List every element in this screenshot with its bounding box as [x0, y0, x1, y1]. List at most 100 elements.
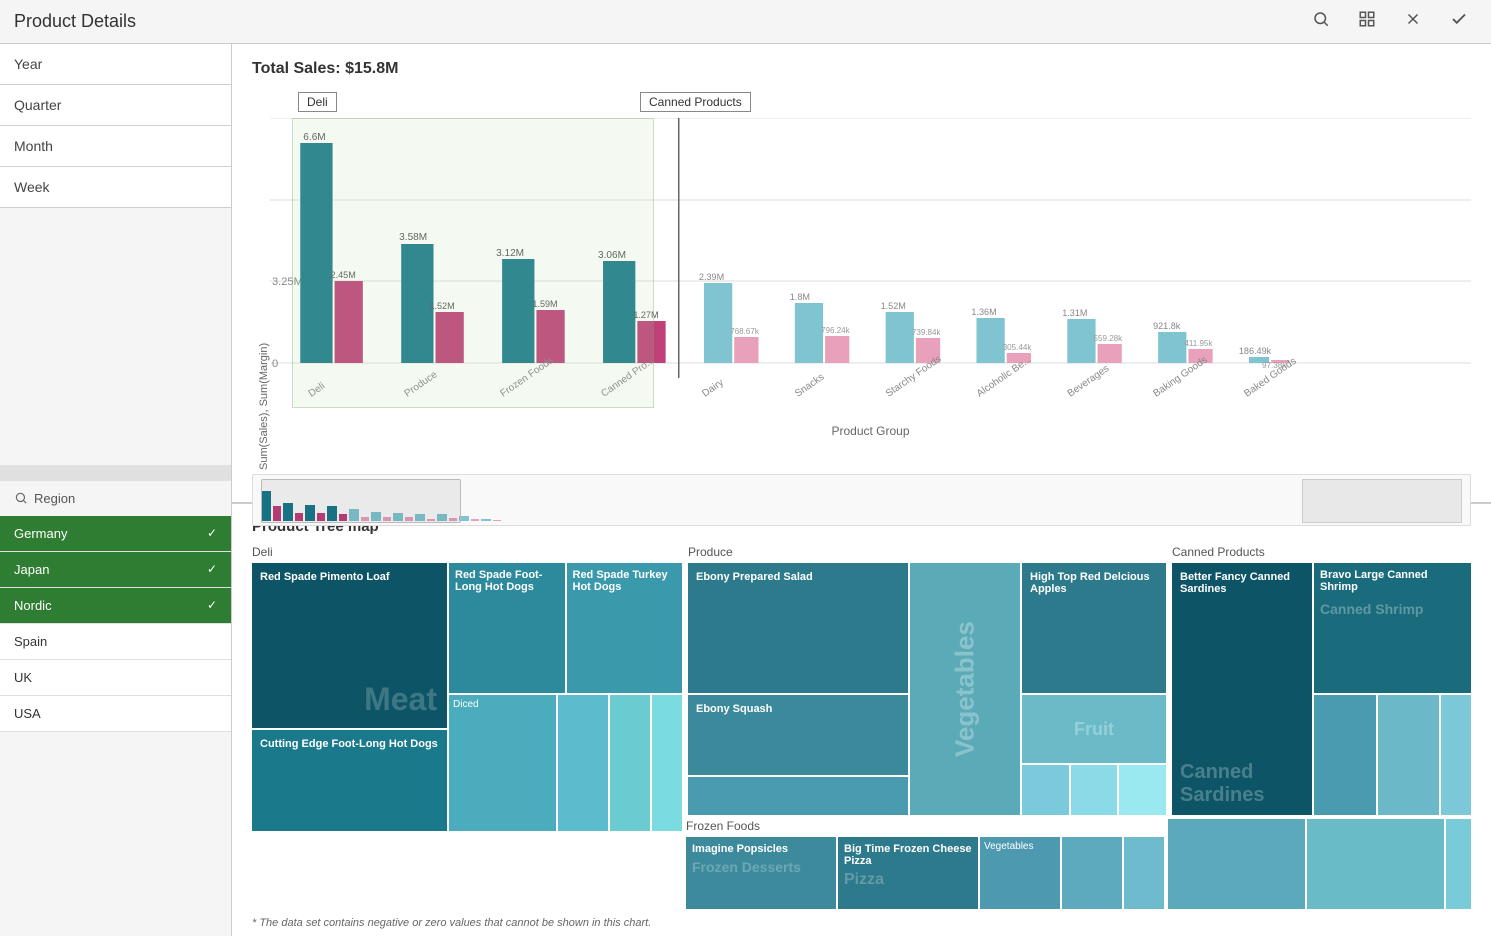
produce-right-col: High Top Red Delcious Apples Fruit	[1022, 563, 1166, 815]
canned-block-shrimp[interactable]: Bravo Large Canned Shrimp Canned Shrimp	[1314, 563, 1471, 693]
chart-title: Total Sales: $15.8M	[252, 60, 1471, 78]
canned-row2	[1168, 819, 1471, 909]
canned-small-2[interactable]	[1378, 695, 1440, 815]
region-item-spain[interactable]: Spain	[0, 624, 231, 660]
deli-highlight	[292, 118, 654, 408]
deli-block-pimento[interactable]: Red Spade Pimento Loaf Meat	[252, 563, 447, 728]
treemap-footer-note: * The data set contains negative or zero…	[252, 917, 1471, 929]
deli-block-diced[interactable]: Diced	[449, 695, 556, 831]
produce-small-3[interactable]	[1119, 765, 1166, 815]
treemap-deli-label: Deli	[252, 545, 682, 559]
chart-panel: Total Sales: $15.8M Sum(Sales), Sum(Marg…	[232, 44, 1491, 504]
frozen-small-1[interactable]	[1062, 837, 1122, 909]
canned-small-1[interactable]	[1314, 695, 1376, 815]
region-label: Region	[34, 491, 75, 506]
deli-block-small1[interactable]	[558, 695, 608, 831]
region-item-uk[interactable]: UK	[0, 660, 231, 696]
treemap-frozen-inner: Imagine Popsicles Frozen Desserts Big Ti…	[686, 837, 1164, 909]
scroll-highlight[interactable]	[261, 479, 461, 523]
chart-plot-area: Deli Canned Products 0 3.25M	[270, 90, 1471, 470]
treemap-produce-label: Produce	[688, 545, 1166, 559]
top-bar: Product Details	[0, 0, 1491, 44]
produce-block-veg-small[interactable]	[688, 777, 908, 815]
filter-quarter[interactable]: Quarter	[0, 85, 231, 126]
frozen-block-pizza[interactable]: Big Time Frozen Cheese Pizza Pizza	[838, 837, 978, 909]
frozen-block-veg[interactable]: Vegetables	[980, 837, 1060, 909]
svg-text:0: 0	[272, 358, 278, 370]
region-item-japan[interactable]: Japan ✓	[0, 552, 231, 588]
canned-row2-inner	[1168, 819, 1471, 909]
svg-text:Dairy: Dairy	[700, 377, 726, 399]
sidebar-divider	[0, 465, 231, 481]
treemap-frozen-label: Frozen Foods	[686, 819, 1164, 833]
treemap-deli: Deli Red Spade Pimento Loaf Meat Cutting…	[252, 545, 682, 815]
deli-annotation: Deli	[298, 92, 337, 112]
filter-month[interactable]: Month	[0, 126, 231, 167]
deli-block-cutting-edge[interactable]: Cutting Edge Foot-Long Hot Dogs	[252, 730, 447, 831]
region-item-usa[interactable]: USA	[0, 696, 231, 732]
filter-week[interactable]: Week	[0, 167, 231, 208]
treemap-panel: Product Tree map Deli Red Spade Pimento …	[232, 504, 1491, 936]
produce-right-bottom	[1022, 765, 1166, 815]
frozen-watermark-pizza: Pizza	[844, 871, 972, 889]
produce-small-1[interactable]	[1022, 765, 1069, 815]
produce-block-squash[interactable]: Ebony Squash	[688, 695, 908, 775]
region-list: Germany ✓ Japan ✓ Nordic ✓ Spain UK USA	[0, 516, 231, 936]
canned-watermark-shrimp: Canned Shrimp	[1320, 601, 1465, 617]
canned-r2-1[interactable]	[1168, 819, 1305, 909]
deli-watermark-meat: Meat	[364, 681, 437, 718]
confirm-button[interactable]	[1441, 5, 1477, 38]
canned-annotation: Canned Products	[640, 92, 751, 112]
region-section-header: Region	[0, 481, 231, 516]
close-button[interactable]	[1395, 5, 1431, 38]
treemap-canned-label: Canned Products	[1172, 545, 1471, 559]
treemap-produce-inner: Ebony Prepared Salad Ebony Squash Vegeta…	[688, 563, 1166, 815]
deli-block-small2[interactable]	[610, 695, 650, 831]
canned-r2-2[interactable]	[1307, 819, 1444, 909]
svg-text:Beverages: Beverages	[1066, 363, 1112, 399]
sidebar: Year Quarter Month Week Region Germany ✓…	[0, 44, 232, 936]
frozen-block-popsicles[interactable]: Imagine Popsicles Frozen Desserts	[686, 837, 836, 909]
search-button[interactable]	[1303, 5, 1339, 38]
svg-text:921.8k: 921.8k	[1153, 321, 1181, 331]
treemap-deli-inner: Red Spade Pimento Loaf Meat Cutting Edge…	[252, 563, 682, 831]
filter-section: Year Quarter Month Week	[0, 44, 231, 465]
chart-area: Sum(Sales), Sum(Margin) Deli Canned Prod…	[252, 90, 1471, 470]
check-japan: ✓	[207, 562, 217, 576]
deli-block-footlong[interactable]: Red Spade Foot-Long Hot Dogs	[449, 563, 565, 693]
canned-r2-3[interactable]	[1446, 819, 1471, 909]
svg-text:559.28k: 559.28k	[1094, 334, 1124, 343]
scroll-right-area	[1302, 479, 1462, 523]
svg-text:2.39M: 2.39M	[699, 272, 724, 282]
canned-block-sardines[interactable]: Better Fancy Canned Sardines Canned Sard…	[1172, 563, 1312, 815]
region-item-germany[interactable]: Germany ✓	[0, 516, 231, 552]
deli-block-turkey[interactable]: Red Spade Turkey Hot Dogs	[567, 563, 683, 693]
produce-block-fruit[interactable]: Fruit	[1022, 695, 1166, 763]
deli-left-col: Red Spade Pimento Loaf Meat Cutting Edge…	[252, 563, 447, 831]
region-item-nordic[interactable]: Nordic ✓	[0, 588, 231, 624]
svg-text:186.49k: 186.49k	[1239, 346, 1272, 356]
settings-button[interactable]	[1349, 5, 1385, 38]
svg-text:768.67k: 768.67k	[730, 327, 760, 336]
scroll-bar-area[interactable]	[252, 474, 1471, 526]
treemap-frozen: Frozen Foods Imagine Popsicles Frozen De…	[686, 819, 1164, 909]
filter-year[interactable]: Year	[0, 44, 231, 85]
frozen-small-2[interactable]	[1124, 837, 1164, 909]
main-layout: Year Quarter Month Week Region Germany ✓…	[0, 44, 1491, 936]
produce-small-2[interactable]	[1071, 765, 1118, 815]
produce-block-apples[interactable]: High Top Red Delcious Apples	[1022, 563, 1166, 693]
search-icon	[14, 491, 28, 505]
produce-block-vegetables[interactable]: Vegetables	[910, 563, 1020, 815]
deli-right-bottom: Diced	[449, 695, 682, 831]
y-axis-label: Sum(Sales), Sum(Margin)	[252, 90, 270, 470]
treemap-container: Deli Red Spade Pimento Loaf Meat Cutting…	[252, 545, 1471, 815]
svg-text:1.31M: 1.31M	[1062, 308, 1087, 318]
treemap-canned: Canned Products Better Fancy Canned Sard…	[1172, 545, 1471, 815]
deli-right-top: Red Spade Foot-Long Hot Dogs Red Spade T…	[449, 563, 682, 693]
treemap-deli-spacer	[252, 819, 682, 909]
frozen-watermark-desserts: Frozen Desserts	[692, 859, 830, 875]
deli-block-small3[interactable]	[652, 695, 682, 831]
produce-block-salad[interactable]: Ebony Prepared Salad	[688, 563, 908, 693]
canned-small-3[interactable]	[1441, 695, 1471, 815]
svg-text:1.36M: 1.36M	[971, 307, 996, 317]
